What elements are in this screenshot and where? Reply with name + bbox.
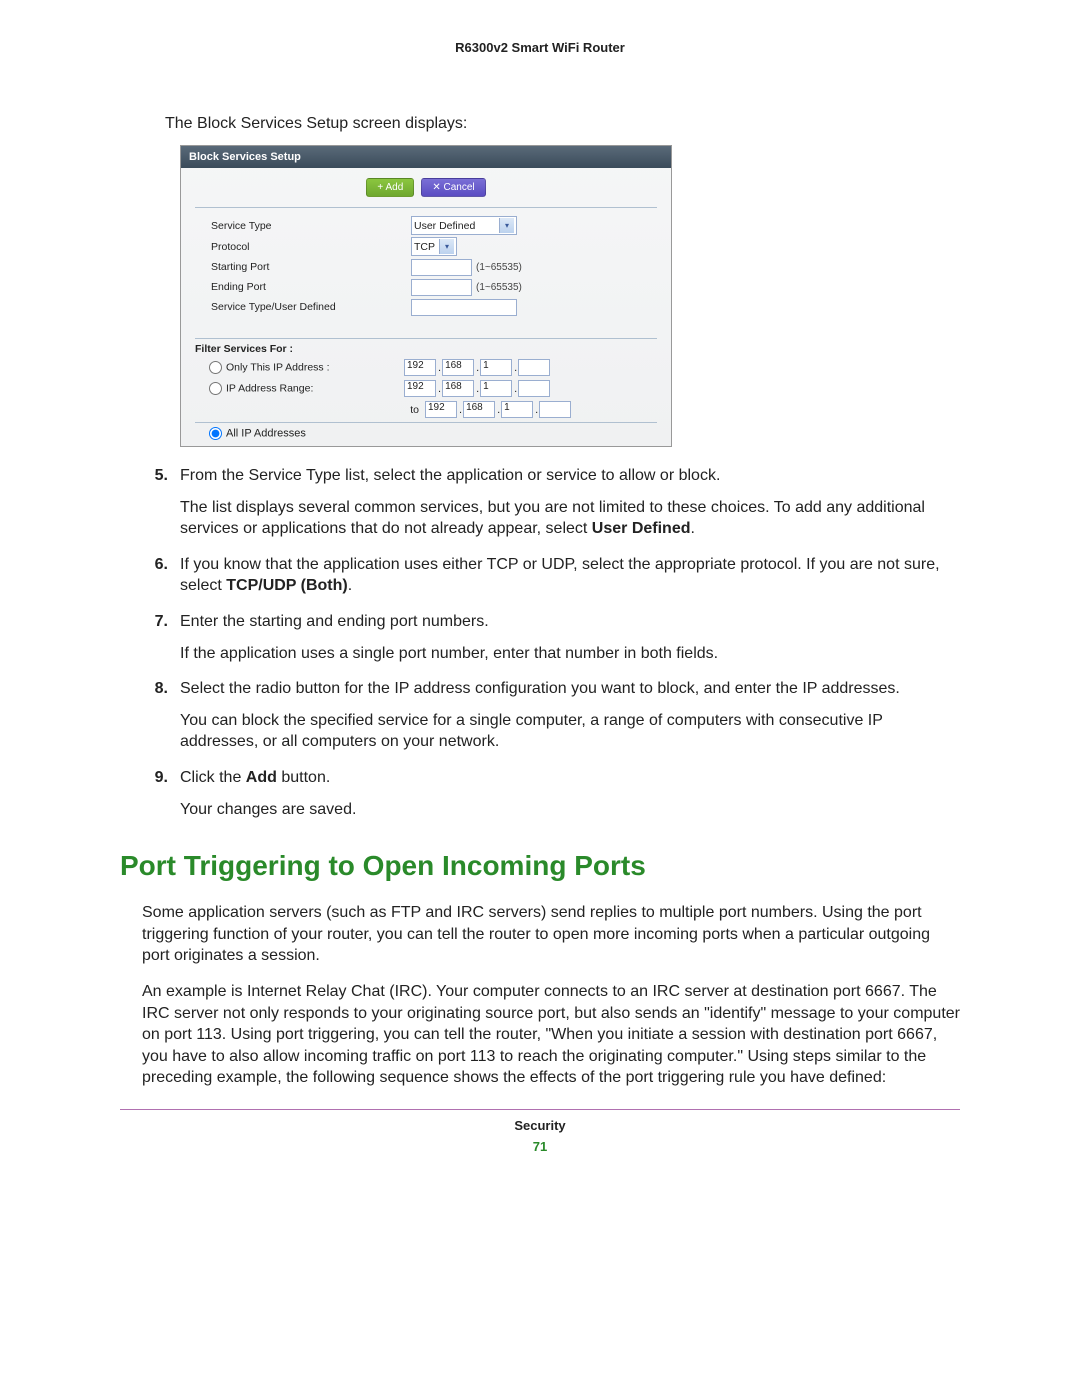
footer-divider [120, 1109, 960, 1110]
only-ip-text: Only This IP Address : [226, 361, 330, 373]
port-hint: (1~65535) [476, 262, 522, 273]
user-defined-label: Service Type/User Defined [211, 301, 411, 313]
document-header: R6300v2 Smart WiFi Router [120, 40, 960, 55]
step-text: If the application uses a single port nu… [180, 643, 955, 665]
ip-octet-input[interactable]: 168 [442, 359, 474, 376]
ip-dot: . [514, 383, 517, 395]
step-6: 6. If you know that the application uses… [120, 554, 955, 597]
user-defined-input[interactable] [411, 299, 517, 316]
ip-octet-input[interactable] [518, 380, 550, 397]
ip-dot: . [497, 404, 500, 416]
ip-octet-input[interactable]: 1 [480, 359, 512, 376]
protocol-select[interactable]: TCP ▾ [411, 237, 457, 256]
step-number: 9. [120, 767, 180, 820]
step-number: 6. [120, 554, 180, 597]
ip-octet-input[interactable]: 168 [442, 380, 474, 397]
ip-range-to-group: 192. 168. 1. [425, 401, 572, 418]
ip-octet-input[interactable]: 192 [425, 401, 457, 418]
step-text: The list displays several common service… [180, 497, 955, 540]
ip-octet-input[interactable]: 192 [404, 380, 436, 397]
bold-text: TCP/UDP (Both) [226, 577, 347, 594]
filter-services-header: Filter Services For : [195, 338, 657, 355]
bold-text: User Defined [592, 520, 691, 537]
only-ip-radio[interactable] [209, 361, 222, 374]
ip-range-radio-label[interactable]: IP Address Range: [209, 382, 404, 395]
text-run: The list displays several common service… [180, 499, 925, 538]
ip-dot: . [438, 383, 441, 395]
ip-octet-input[interactable]: 1 [480, 380, 512, 397]
step-text: Enter the starting and ending port numbe… [180, 611, 955, 633]
ip-range-from-group: 192. 168. 1. [404, 380, 551, 397]
all-ip-radio[interactable] [209, 427, 222, 440]
text-run: . [348, 577, 352, 594]
ending-port-input[interactable] [411, 279, 472, 296]
intro-text: The Block Services Setup screen displays… [165, 115, 960, 133]
text-run: . [691, 520, 695, 537]
starting-port-label: Starting Port [211, 261, 411, 273]
step-number: 8. [120, 678, 180, 753]
step-7: 7. Enter the starting and ending port nu… [120, 611, 955, 664]
step-number: 5. [120, 465, 180, 540]
ip-dot: . [514, 362, 517, 374]
ending-port-label: Ending Port [211, 281, 411, 293]
footer-section-name: Security [120, 1118, 960, 1133]
ip-octet-input[interactable] [518, 359, 550, 376]
screenshot-toolbar: + Add ✕ Cancel [195, 172, 657, 208]
cancel-button[interactable]: ✕ Cancel [421, 178, 485, 197]
all-ip-radio-label[interactable]: All IP Addresses [209, 427, 306, 440]
protocol-label: Protocol [211, 241, 411, 253]
ip-octet-input[interactable]: 1 [501, 401, 533, 418]
step-text: Select the radio button for the IP addre… [180, 678, 955, 700]
add-button[interactable]: + Add [366, 178, 414, 197]
step-text: From the Service Type list, select the a… [180, 465, 955, 487]
step-8: 8. Select the radio button for the IP ad… [120, 678, 955, 753]
service-type-select[interactable]: User Defined ▾ [411, 216, 517, 235]
port-hint: (1~65535) [476, 282, 522, 293]
chevron-down-icon: ▾ [499, 218, 514, 233]
service-type-value: User Defined [414, 220, 475, 232]
only-ip-radio-label[interactable]: Only This IP Address : [209, 361, 404, 374]
ip-dot: . [476, 383, 479, 395]
ip-octet-input[interactable]: 192 [404, 359, 436, 376]
protocol-value: TCP [414, 241, 435, 253]
step-text: If you know that the application uses ei… [180, 554, 955, 597]
body-paragraph: Some application servers (such as FTP an… [142, 902, 960, 967]
starting-port-input[interactable] [411, 259, 472, 276]
step-text: Your changes are saved. [180, 799, 955, 821]
page-footer: Security 71 [120, 1118, 960, 1154]
step-5: 5. From the Service Type list, select th… [120, 465, 955, 540]
step-text: Click the Add button. [180, 767, 955, 789]
ip-dot: . [438, 362, 441, 374]
step-number: 7. [120, 611, 180, 664]
ip-octet-input[interactable]: 168 [463, 401, 495, 418]
bold-text: Add [246, 769, 277, 786]
ip-dot: . [459, 404, 462, 416]
ip-octet-input[interactable] [539, 401, 571, 418]
all-ip-text: All IP Addresses [226, 427, 306, 439]
block-services-screenshot: Block Services Setup + Add ✕ Cancel Serv… [180, 145, 672, 447]
ip-dot: . [476, 362, 479, 374]
only-ip-group: 192. 168. 1. [404, 359, 551, 376]
text-run: Click the [180, 769, 246, 786]
section-heading: Port Triggering to Open Incoming Ports [120, 850, 960, 882]
text-run: button. [277, 769, 330, 786]
ip-range-text: IP Address Range: [226, 382, 313, 394]
screenshot-titlebar: Block Services Setup [181, 146, 671, 168]
chevron-down-icon: ▾ [439, 239, 454, 254]
ip-range-radio[interactable] [209, 382, 222, 395]
step-9: 9. Click the Add button. Your changes ar… [120, 767, 955, 820]
ip-range-to-label: to [209, 404, 425, 416]
service-type-label: Service Type [211, 220, 411, 232]
body-paragraph: An example is Internet Relay Chat (IRC).… [142, 981, 960, 1089]
step-text: You can block the specified service for … [180, 710, 955, 753]
footer-page-number: 71 [120, 1139, 960, 1154]
ip-dot: . [535, 404, 538, 416]
